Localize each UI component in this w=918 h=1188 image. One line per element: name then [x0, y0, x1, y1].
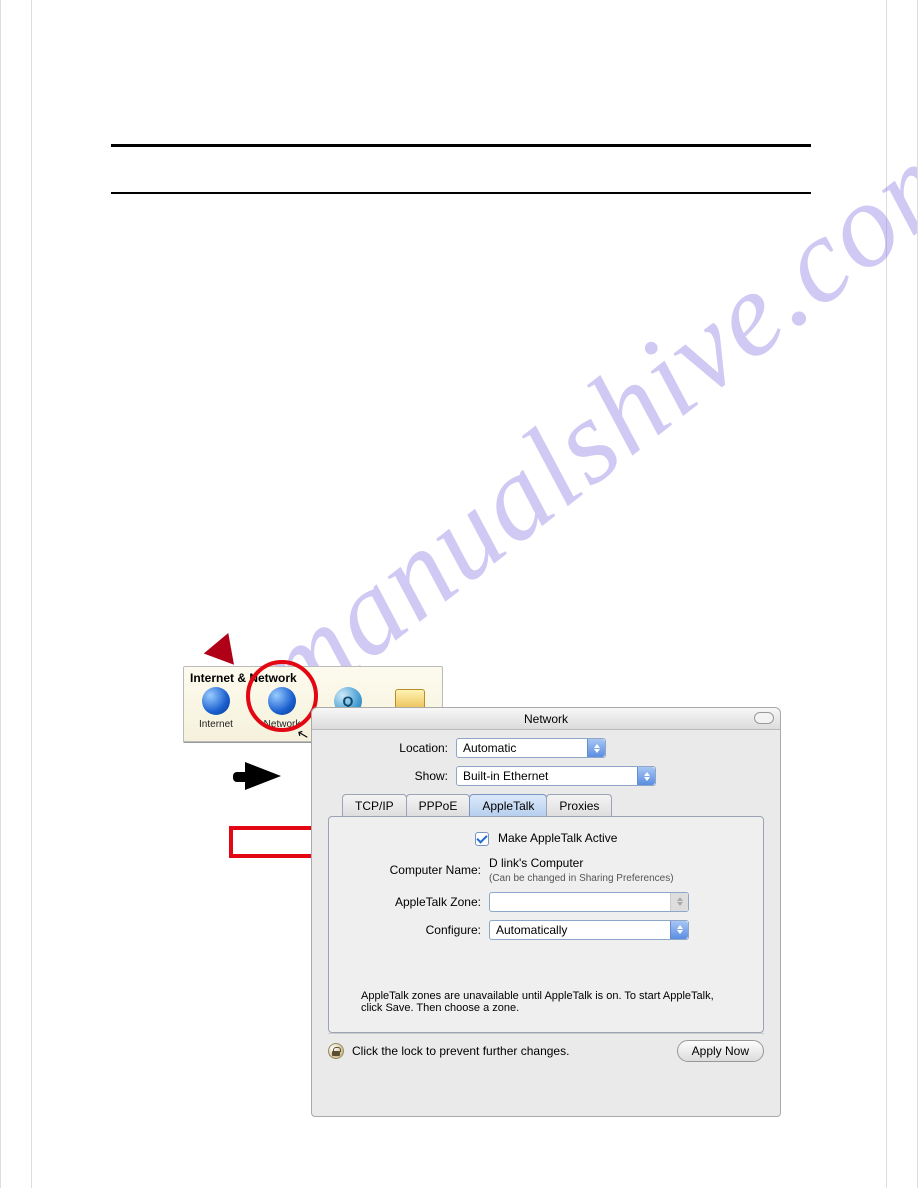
- show-label: Show:: [328, 769, 448, 783]
- lock-icon[interactable]: [328, 1043, 344, 1059]
- window-footer: Click the lock to prevent further change…: [328, 1033, 764, 1062]
- network-tabbar: TCP/IP PPPoE AppleTalk Proxies: [342, 794, 750, 816]
- window-titlebar[interactable]: Network: [312, 708, 780, 730]
- apply-label: Apply Now: [692, 1044, 749, 1058]
- configure-value: Automatically: [496, 923, 567, 937]
- page-rule-right: [886, 0, 887, 1188]
- computer-name-value: D link's Computer: [489, 856, 583, 870]
- chevron-updown-icon: [637, 767, 655, 785]
- appletalk-note: AppleTalk zones are unavailable until Ap…: [361, 990, 731, 1014]
- zone-row: AppleTalk Zone:: [361, 892, 731, 912]
- location-row: Location: Automatic: [328, 738, 764, 758]
- chevron-updown-icon: [670, 893, 688, 911]
- apply-now-button[interactable]: Apply Now: [677, 1040, 764, 1062]
- watermark-text: manualshive.com: [230, 98, 918, 740]
- tab-tcpip[interactable]: TCP/IP: [342, 794, 407, 816]
- tab-label: AppleTalk: [482, 799, 534, 813]
- divider-thin: [111, 192, 811, 194]
- location-select[interactable]: Automatic: [456, 738, 606, 758]
- chevron-updown-icon: [670, 921, 688, 939]
- appletalk-active-checkbox[interactable]: [475, 832, 489, 846]
- computer-name-label: Computer Name:: [361, 863, 481, 877]
- show-value: Built-in Ethernet: [463, 769, 548, 783]
- tab-pppoe[interactable]: PPPoE: [406, 794, 471, 816]
- computer-name-block: D link's Computer (Can be changed in Sha…: [489, 856, 674, 884]
- window-title: Network: [524, 712, 568, 726]
- configure-row: Configure: Automatically: [361, 920, 731, 940]
- chevron-updown-icon: [587, 739, 605, 757]
- divider-thick: [111, 144, 811, 147]
- annotation-circle: [246, 660, 318, 732]
- tab-label: Proxies: [559, 799, 599, 813]
- tab-label: PPPoE: [419, 799, 458, 813]
- tab-label: TCP/IP: [355, 799, 394, 813]
- tab-appletalk[interactable]: AppleTalk: [469, 794, 547, 816]
- toolbar-pill-button[interactable]: [754, 712, 774, 724]
- sysprefs-icon-internet[interactable]: Internet: [190, 687, 242, 730]
- annotation-arrow-icon: [245, 762, 281, 790]
- page-rule-left: [31, 0, 32, 1188]
- tab-appletalk-page: Make AppleTalk Active Computer Name: D l…: [328, 816, 764, 1033]
- appletalk-active-row: Make AppleTalk Active: [345, 831, 747, 846]
- document-page: manualshive.com Internet & Network Inter…: [0, 0, 918, 1188]
- globe-icon: [202, 687, 230, 715]
- show-row: Show: Built-in Ethernet: [328, 766, 764, 786]
- zone-label: AppleTalk Zone:: [361, 895, 481, 909]
- configure-select[interactable]: Automatically: [489, 920, 689, 940]
- zone-select: [489, 892, 689, 912]
- lock-text: Click the lock to prevent further change…: [352, 1044, 569, 1058]
- network-window: Network Location: Automatic Show: Built-…: [311, 707, 781, 1117]
- computer-name-row: Computer Name: D link's Computer (Can be…: [361, 856, 731, 884]
- tab-proxies[interactable]: Proxies: [546, 794, 612, 816]
- appletalk-active-label: Make AppleTalk Active: [498, 831, 617, 845]
- configure-label: Configure:: [361, 923, 481, 937]
- sysprefs-icon-label: Internet: [199, 719, 233, 730]
- show-select[interactable]: Built-in Ethernet: [456, 766, 656, 786]
- computer-name-sub: (Can be changed in Sharing Preferences): [489, 873, 674, 884]
- location-label: Location:: [328, 741, 448, 755]
- location-value: Automatic: [463, 741, 516, 755]
